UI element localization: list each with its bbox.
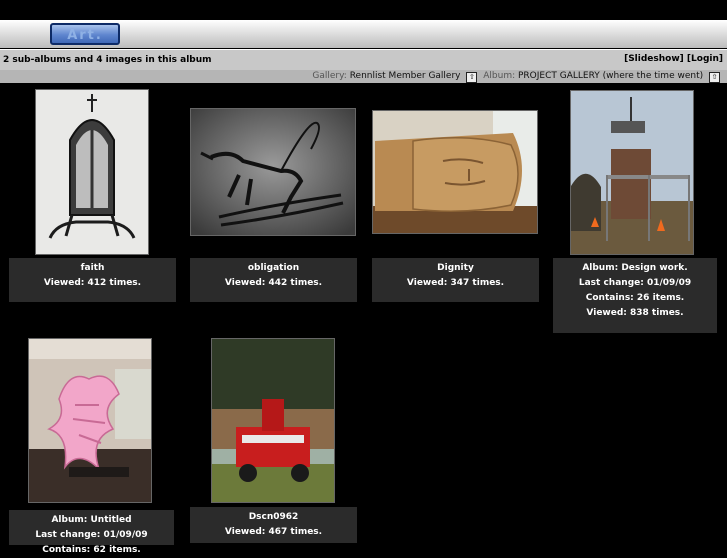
album-title-link[interactable]: Album: Untitled <box>9 513 174 528</box>
caption-obligation: obligation Viewed: 442 times. <box>190 258 357 302</box>
slideshow-link[interactable]: [Slideshow] <box>624 54 684 64</box>
album-title-link[interactable]: Album: Design work. <box>553 261 717 276</box>
caption-album-design-work: Album: Design work. Last change: 01/09/0… <box>553 258 717 333</box>
gallery-label: Gallery: <box>312 71 347 81</box>
breadcrumb-album-link[interactable]: PROJECT GALLERY (where the time went) <box>518 71 703 81</box>
thumbnail-album-untitled[interactable] <box>28 338 152 503</box>
album-summary: 2 sub-albums and 4 images in this album <box>3 55 212 65</box>
breadcrumb: Gallery: Rennlist Member Gallery ⇧ Album… <box>0 70 727 83</box>
album-label: Album: <box>483 71 516 81</box>
login-link[interactable]: [Login] <box>687 54 723 64</box>
thumbnail-dscn0962[interactable] <box>211 338 335 503</box>
thumbnail-album-design-work[interactable] <box>570 90 694 255</box>
view-count: Viewed: 347 times. <box>406 278 505 288</box>
item-title-link[interactable]: Dscn0962 <box>190 510 357 525</box>
caption-faith: faith Viewed: 412 times. <box>9 258 176 302</box>
view-count: Viewed: 442 times. <box>224 278 323 288</box>
view-count: Viewed: 838 times. <box>586 308 684 318</box>
breadcrumb-gallery-link[interactable]: Rennlist Member Gallery <box>350 71 461 81</box>
caption-album-untitled: Album: Untitled Last change: 01/09/09 Co… <box>9 510 174 555</box>
thumbnail-obligation[interactable] <box>190 108 356 236</box>
thumbnail-faith[interactable] <box>35 89 149 255</box>
caption-dignity: Dignity Viewed: 347 times. <box>372 258 539 302</box>
view-count: Viewed: 467 times. <box>224 527 323 537</box>
view-count: Viewed: 412 times. <box>43 278 142 288</box>
item-title-link[interactable]: faith <box>9 261 176 276</box>
album-item-count: Contains: 26 items. <box>585 293 685 303</box>
album-last-change: Last change: 01/09/09 <box>578 278 692 288</box>
album-button[interactable]: Art. <box>50 23 120 45</box>
album-item-count: Contains: 62 items. <box>42 545 141 555</box>
caption-dscn0962: Dscn0962 Viewed: 467 times. <box>190 507 357 543</box>
item-title-link[interactable]: Dignity <box>372 261 539 276</box>
item-title-link[interactable]: obligation <box>190 261 357 276</box>
thumbnail-dignity[interactable] <box>372 110 538 234</box>
album-info-bar: 2 sub-albums and 4 images in this album … <box>0 49 727 70</box>
album-last-change: Last change: 01/09/09 <box>35 530 148 540</box>
up-arrow-icon[interactable]: ⇧ <box>466 72 478 83</box>
up-arrow-icon[interactable]: ⇧ <box>709 72 720 83</box>
